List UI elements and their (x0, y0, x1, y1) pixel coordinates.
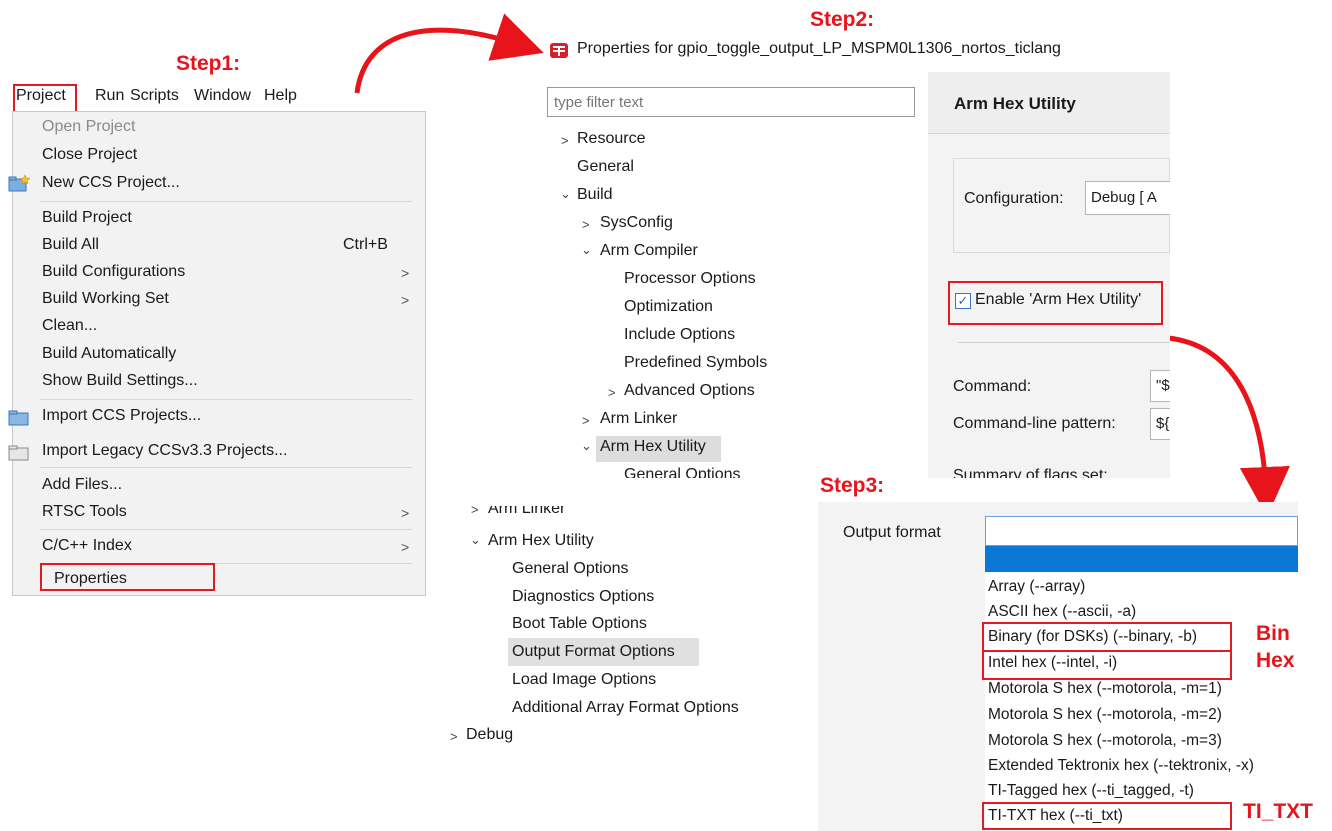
option-motorola-m1[interactable]: Motorola S hex (--motorola, -m=1) (988, 680, 1222, 698)
collapse-chevron-icon[interactable]: ⌄ (470, 532, 481, 548)
highlight-ti-txt-option (982, 802, 1232, 830)
ti-project-icon (550, 43, 568, 58)
section-separator (958, 342, 1170, 343)
tree-item-debug[interactable]: Debug (466, 726, 513, 744)
new-project-icon (8, 174, 30, 192)
tree-item-predefined-symbols[interactable]: Predefined Symbols (624, 354, 767, 372)
highlight-project-menu (13, 84, 77, 114)
tree-item-resource[interactable]: Resource (577, 130, 645, 148)
expand-chevron-icon[interactable]: > (608, 385, 616, 400)
tree-item-sysconfig[interactable]: SysConfig (600, 214, 673, 232)
dialog-title: Properties for gpio_toggle_output_LP_MSP… (577, 40, 1061, 57)
summary-label-clipped: Summary of flags set: (953, 466, 1170, 478)
tree-item-general[interactable]: General (577, 158, 634, 176)
submenu-arrow-icon: > (401, 539, 410, 555)
menu-item-cc-index[interactable]: C/C++ Index (42, 537, 132, 555)
annotation-bin: Bin (1256, 622, 1290, 645)
collapse-chevron-icon[interactable]: ⌄ (581, 242, 592, 258)
menu-separator (40, 201, 412, 202)
menu-item-add-files[interactable]: Add Files... (42, 476, 122, 494)
option-ti-tagged[interactable]: TI-Tagged hex (--ti_tagged, -t) (988, 782, 1194, 800)
tree-item-include-options[interactable]: Include Options (624, 326, 735, 344)
tree-item-arm-compiler[interactable]: Arm Compiler (600, 242, 698, 260)
expand-chevron-icon[interactable]: > (561, 133, 569, 148)
menu-window[interactable]: Window (194, 87, 251, 105)
tree-item-additional-array-format-options[interactable]: Additional Array Format Options (512, 699, 739, 717)
menu-item-build-all[interactable]: Build All (42, 236, 99, 254)
command-line-pattern-input[interactable]: ${ (1150, 408, 1170, 440)
menu-item-build-working-set[interactable]: Build Working Set (42, 290, 169, 308)
menu-item-build-automatically[interactable]: Build Automatically (42, 345, 176, 363)
option-extended-tektronix[interactable]: Extended Tektronix hex (--tektronix, -x) (988, 757, 1254, 775)
menu-item-show-build-settings[interactable]: Show Build Settings... (42, 372, 198, 390)
menu-run[interactable]: Run (95, 87, 124, 105)
tree-item-arm-hex-utility[interactable]: Arm Hex Utility (600, 438, 706, 456)
menu-item-close-project[interactable]: Close Project (42, 146, 137, 164)
option-array[interactable]: Array (--array) (988, 578, 1085, 596)
command-input[interactable]: "$ (1150, 370, 1170, 402)
menu-separator (40, 399, 412, 400)
menu-separator (40, 529, 412, 530)
submenu-arrow-icon: > (401, 505, 410, 521)
page-header: Arm Hex Utility (928, 72, 1170, 134)
option-motorola-m2[interactable]: Motorola S hex (--motorola, -m=2) (988, 706, 1222, 724)
highlight-enable-checkbox (948, 281, 1163, 325)
highlight-binary-option (982, 622, 1232, 652)
arrow-step2-to-step3 (1167, 335, 1290, 517)
expand-chevron-icon[interactable]: > (582, 413, 590, 428)
tree-item-diagnostics-options[interactable]: Diagnostics Options (512, 588, 654, 606)
annotation-hex: Hex (1256, 649, 1295, 672)
tree-item-advanced-options[interactable]: Advanced Options (624, 382, 755, 400)
tree-item-arm-hex-utility-2[interactable]: Arm Hex Utility (488, 532, 594, 550)
output-format-label: Output format (843, 524, 941, 541)
expand-chevron-icon[interactable]: > (471, 506, 479, 517)
submenu-arrow-icon: > (401, 292, 410, 308)
menu-item-open-project[interactable]: Open Project (42, 118, 135, 136)
output-format-select[interactable] (985, 516, 1298, 546)
tree-item-general-options[interactable]: General Options (624, 466, 741, 478)
menu-item-import-ccs-projects[interactable]: Import CCS Projects... (42, 407, 201, 425)
tree-item-build[interactable]: Build (577, 186, 613, 204)
import-legacy-icon (8, 445, 29, 461)
command-line-pattern-label: Command-line pattern: (953, 415, 1116, 432)
menu-scripts[interactable]: Scripts (130, 87, 179, 105)
annotation-ti-txt: TI_TXT (1243, 800, 1314, 823)
tree-item-optimization[interactable]: Optimization (624, 298, 713, 316)
page-title: Arm Hex Utility (954, 94, 1076, 113)
submenu-arrow-icon: > (401, 265, 410, 281)
tree-item-output-format-options[interactable]: Output Format Options (512, 643, 675, 661)
menu-item-build-project[interactable]: Build Project (42, 209, 132, 227)
menu-item-rtsc-tools[interactable]: RTSC Tools (42, 503, 127, 521)
import-projects-icon (8, 410, 29, 426)
tree-item-load-image-options[interactable]: Load Image Options (512, 671, 656, 689)
collapse-chevron-icon[interactable]: ⌄ (581, 438, 592, 454)
filter-input[interactable]: type filter text (547, 87, 915, 117)
tree-item-arm-linker-2[interactable]: Arm Linker (488, 506, 565, 518)
tree-item-general-options-clipped: General Options (620, 464, 770, 478)
menu-item-import-legacy[interactable]: Import Legacy CCSv3.3 Projects... (42, 442, 287, 460)
dropdown-selected-row[interactable] (985, 546, 1298, 572)
command-label: Command: (953, 378, 1032, 395)
menu-separator (40, 467, 412, 468)
tree-item-boot-table-options[interactable]: Boot Table Options (512, 615, 647, 633)
highlight-properties (40, 563, 215, 591)
tree-item-general-options-2[interactable]: General Options (512, 560, 629, 578)
highlight-intel-hex-option (982, 650, 1232, 680)
menu-item-build-configurations[interactable]: Build Configurations (42, 263, 185, 281)
menu-item-new-ccs-project[interactable]: New CCS Project... (42, 174, 180, 192)
tree-item-arm-linker[interactable]: Arm Linker (600, 410, 677, 428)
configuration-select[interactable]: Debug [ A (1085, 181, 1170, 215)
summary-of-flags-label: Summary of flags set: (953, 467, 1108, 478)
menu-help[interactable]: Help (264, 87, 297, 105)
option-ascii-hex[interactable]: ASCII hex (--ascii, -a) (988, 603, 1136, 621)
menu-item-clean[interactable]: Clean... (42, 317, 97, 335)
tree-item-arm-linker-clipped: > Arm Linker (466, 506, 606, 520)
expand-chevron-icon[interactable]: > (582, 217, 590, 232)
build-all-shortcut: Ctrl+B (343, 236, 388, 253)
collapse-chevron-icon[interactable]: ⌄ (560, 186, 571, 202)
option-motorola-m3[interactable]: Motorola S hex (--motorola, -m=3) (988, 732, 1222, 750)
tree-item-processor-options[interactable]: Processor Options (624, 270, 756, 288)
configuration-label: Configuration: (964, 190, 1064, 207)
expand-chevron-icon[interactable]: > (450, 729, 458, 744)
